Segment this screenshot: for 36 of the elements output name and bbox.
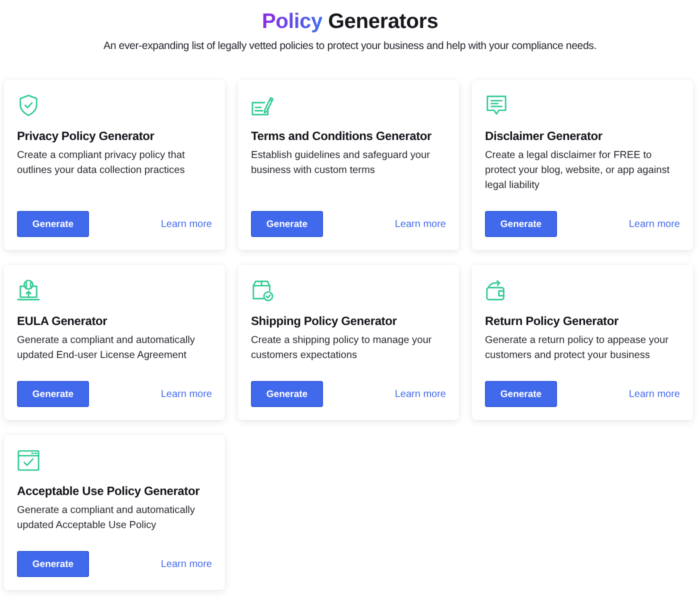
learn-more-link[interactable]: Learn more (160, 558, 212, 570)
chat-bubble-icon (485, 94, 508, 117)
card-title: Acceptable Use Policy Generator (17, 483, 201, 499)
shield-check-icon (17, 94, 40, 117)
generate-button[interactable]: Generate (17, 211, 89, 237)
learn-more-link[interactable]: Learn more (160, 218, 212, 230)
learn-more-link[interactable]: Learn more (628, 218, 680, 230)
learn-more-link[interactable]: Learn more (394, 218, 446, 230)
page-title: Policy Generators (262, 9, 438, 35)
card-description: Create a shipping policy to manage your customers expectations (251, 334, 433, 363)
card-description: Generate a compliant and automatically updated Acceptable Use Policy (17, 504, 196, 533)
card-description: Create a legal disclaimer for FREE to protect your blog, website, or app against legal liability (485, 149, 671, 193)
generate-button[interactable]: Generate (17, 381, 89, 407)
box-check-icon (251, 279, 274, 302)
learn-more-link[interactable]: Learn more (160, 388, 212, 400)
card-title: Disclaimer Generator (485, 128, 604, 144)
card-description: Generate a compliant and automatically updated End-user License Agreement (17, 334, 196, 363)
generate-button[interactable]: Generate (251, 211, 323, 237)
card-title: Privacy Policy Generator (17, 128, 156, 144)
document-pen-icon (251, 94, 274, 117)
generate-button[interactable]: Generate (17, 551, 89, 577)
card-description: Generate a return policy to appease your customers and protect your business (485, 334, 670, 363)
card-description: Create a compliant privacy policy that outlines your data collection practices (17, 149, 186, 178)
card-title: Terms and Conditions Generator (251, 128, 432, 144)
learn-more-link[interactable]: Learn more (628, 388, 680, 400)
laptop-upload-icon (17, 279, 40, 302)
card-title: EULA Generator (17, 313, 108, 329)
card-description: Establish guidelines and safeguard your business with custom terms (251, 149, 432, 178)
generate-button[interactable]: Generate (251, 381, 323, 407)
learn-more-link[interactable]: Learn more (394, 388, 446, 400)
card-title: Shipping Policy Generator (251, 313, 398, 329)
generate-button[interactable]: Generate (485, 211, 557, 237)
card-title: Return Policy Generator (485, 313, 620, 329)
page-subtitle: An ever-expanding list of legally vetted policies to protect your business and help with your compliance needs. (103, 39, 597, 54)
browser-check-icon (17, 449, 40, 472)
generate-button[interactable]: Generate (485, 381, 557, 407)
